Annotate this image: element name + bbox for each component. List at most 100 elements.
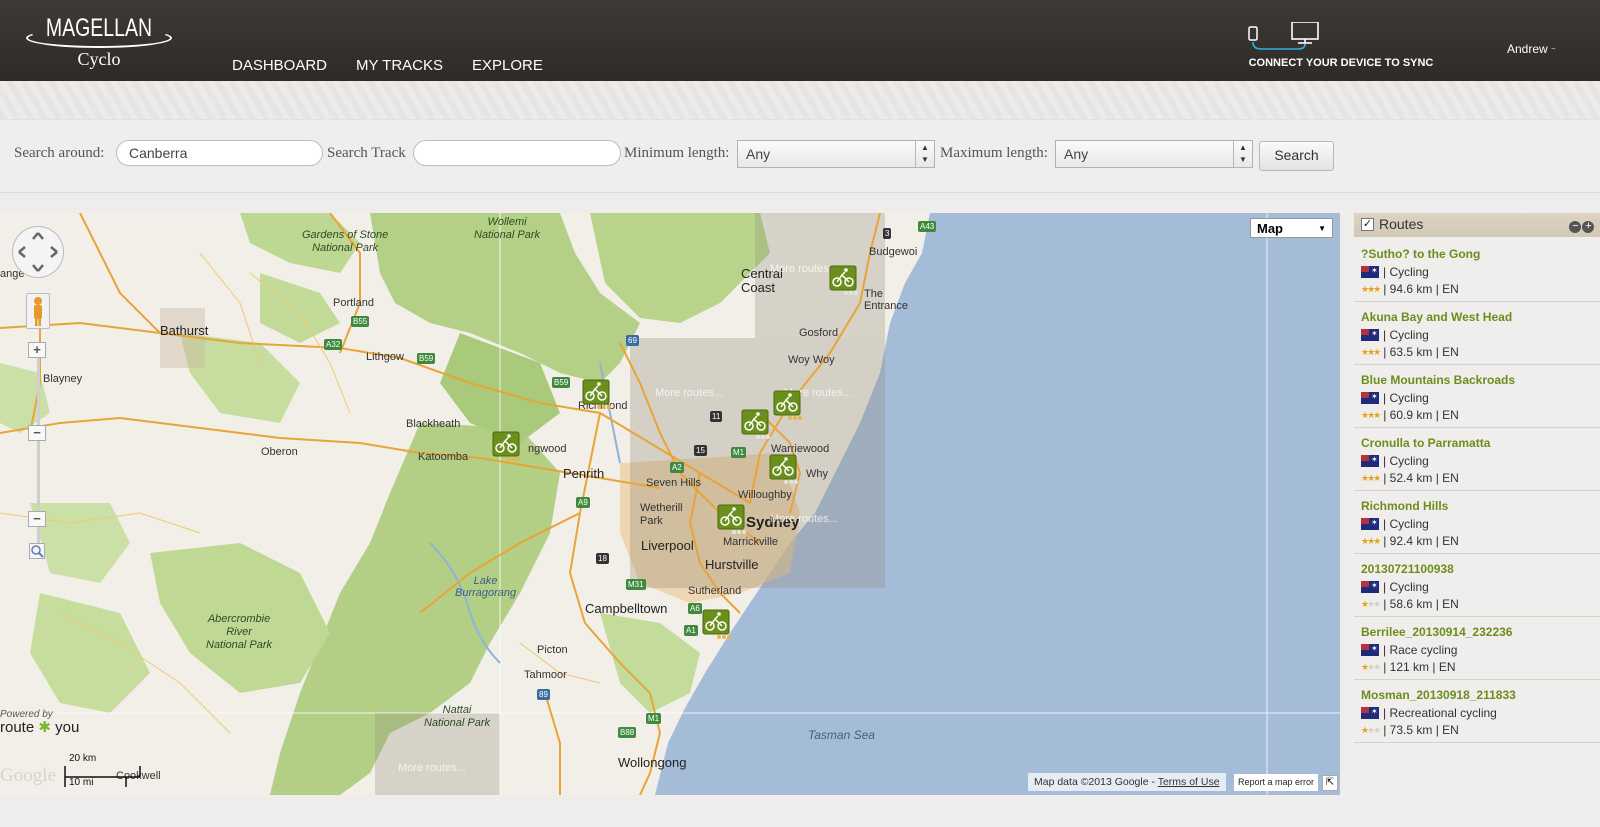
label-picton: Picton [537,644,568,656]
search-track-input[interactable] [413,140,621,166]
search-bar: Search around: Canberra Search Track Min… [0,119,1600,193]
route-name[interactable]: Berrilee_20130914_232236 [1361,625,1512,639]
sync-label: CONNECT YOUR DEVICE TO SYNC [1248,57,1434,69]
magellan-cyclo-logo[interactable]: MAGELLAN Cyclo [24,10,174,74]
min-length-select[interactable]: Any ▲ ▼ [737,140,935,168]
map-view[interactable]: Gardens of Stone National Park Wollemi Nat… [0,213,1340,795]
route-name[interactable]: 20130721100938 [1361,562,1454,576]
route-stats-text: | 60.9 km | EN [1383,408,1459,422]
route-stats-text: | 73.5 km | EN [1383,723,1459,737]
route-name[interactable]: Blue Mountains Backroads [1361,373,1515,387]
search-around-input[interactable]: Canberra [116,140,323,166]
rating-stars-icon: ★★★ [1361,347,1381,357]
zoom-in-button[interactable]: + [28,342,46,358]
route-name[interactable]: Mosman_20130918_211833 [1361,688,1516,702]
max-length-value: Any [1064,146,1089,162]
route-marker-icon[interactable] [829,265,859,295]
road-shield: A9 [576,497,590,508]
terms-of-use-link[interactable]: Terms of Use [1158,776,1220,788]
road-shield: 3 [883,228,892,239]
route-list-item[interactable]: Akuna Bay and West Head| Cycling★★★| 63.… [1354,302,1600,365]
route-stats-text: | 94.6 km | EN [1383,282,1459,296]
map-type-value: Map [1257,221,1283,236]
route-stats: ★★★ | 121 km | EN [1361,660,1456,674]
label-katoomba: Katoomba [418,451,469,463]
road-shield: M1 [731,447,747,458]
google-logo[interactable]: Google [0,765,56,787]
route-name[interactable]: Richmond Hills [1361,499,1448,513]
map-scale: 20 km 10 mi [64,751,142,789]
route-list-item[interactable]: ?Sutho? to the Gong| Cycling★★★| 94.6 km… [1354,239,1600,302]
route-stats: ★★★ | 58.6 km | EN [1361,597,1459,611]
device-sync-icon [1248,22,1319,50]
label-penrith: Penrith [563,466,605,481]
route-list-item[interactable]: 20130721100938| Cycling★★★| 58.6 km | EN [1354,554,1600,617]
route-list-item[interactable]: Blue Mountains Backroads| Cycling★★★| 60… [1354,365,1600,428]
street-view-pegman-icon[interactable] [26,293,50,329]
nav-explore[interactable]: EXPLORE [472,57,543,74]
route-name[interactable]: ?Sutho? to the Gong [1361,247,1480,261]
road-shield: A6 [688,603,702,614]
route-marker-icon[interactable] [702,609,732,639]
route-type: | Recreational cycling [1361,706,1497,720]
map-attribution: Map data ©2013 Google - Terms of Use [1028,773,1226,791]
route-list-item[interactable]: Mosman_20130918_211833 | Recreational cyc… [1354,680,1600,743]
road-shield: B59 [552,377,571,388]
label-liverpool: Liverpool [641,538,694,553]
route-marker-icon[interactable] [717,504,747,534]
road-shield: 11 [710,411,723,422]
zoom-out-button[interactable]: − [28,511,46,527]
route-list-item[interactable]: Richmond Hills| Cycling★★★| 92.4 km | EN [1354,491,1600,554]
more-routes-link[interactable]: More routes... [398,762,466,774]
route-marker-icon[interactable] [769,454,799,484]
nav-dashboard[interactable]: DASHBOARD [232,57,327,74]
device-sync[interactable]: CONNECT YOUR DEVICE TO SYNC [1246,22,1436,70]
more-routes-link[interactable]: More routes... [770,263,838,275]
route-type-text: | Recreational cycling [1383,706,1497,720]
user-menu[interactable]: Andrew ⁻ [1507,42,1556,56]
route-marker-icon[interactable] [582,379,612,409]
magnify-zoom-icon[interactable] [28,543,46,559]
route-type: | Cycling [1361,265,1429,279]
select-arrows-icon: ▲ ▼ [1233,141,1252,168]
route-stats-text: | 52.4 km | EN [1383,471,1459,485]
chevron-down-icon: ⁻ [1551,45,1556,55]
expand-icon[interactable]: + [1582,221,1594,233]
panel-controls: − + [1568,218,1594,233]
zoom-slider-handle[interactable]: − [28,425,46,441]
route-marker-icon[interactable] [741,409,771,439]
expand-corner-icon[interactable]: ⇱ [1322,775,1338,791]
label-portland: Portland [333,297,374,309]
attribution-text: Map data ©2013 Google - [1034,776,1155,788]
route-name[interactable]: Akuna Bay and West Head [1361,310,1512,324]
road-shield: M1 [646,713,662,724]
max-length-label: Maximum length: [940,145,1048,161]
route-list-item[interactable]: Cronulla to Parramatta| Cycling★★★| 52.4… [1354,428,1600,491]
route-type-text: | Cycling [1383,517,1429,531]
label-blackheath: Blackheath [406,418,461,430]
route-name[interactable]: Cronulla to Parramatta [1361,436,1490,450]
map-type-selector[interactable]: Map ▼ [1250,218,1333,238]
report-map-error-link[interactable]: Report a map error [1234,774,1319,791]
pan-control[interactable] [12,226,64,278]
route-marker-icon[interactable] [773,390,803,420]
more-routes-link[interactable]: More routes... [655,387,723,399]
collapse-icon[interactable]: − [1569,221,1581,233]
routes-checkbox[interactable]: ✓ [1361,218,1374,231]
road-shield: A2 [670,462,684,473]
max-length-select[interactable]: Any ▲ ▼ [1055,140,1253,168]
route-list-item[interactable]: Berrilee_20130914_232236| Race cycling★★… [1354,617,1600,680]
route-marker-icon[interactable] [492,431,522,461]
routeyou-logo[interactable]: route ✱ you [0,718,79,736]
search-button[interactable]: Search [1259,141,1334,171]
nav-my-tracks[interactable]: MY TRACKS [356,57,443,74]
more-routes-link[interactable]: More routes... [770,513,838,525]
rating-stars-icon: ★★★ [1361,536,1381,546]
search-around-label: Search around: [14,145,105,161]
route-stats: ★★★ | 52.4 km | EN [1361,471,1459,485]
label-oberon: Oberon [261,446,298,458]
route-stats-text: | 121 km | EN [1383,660,1456,674]
scale-km: 20 km [69,753,97,764]
header-pattern-band [0,81,1600,119]
road-shield: A1 [684,625,698,636]
